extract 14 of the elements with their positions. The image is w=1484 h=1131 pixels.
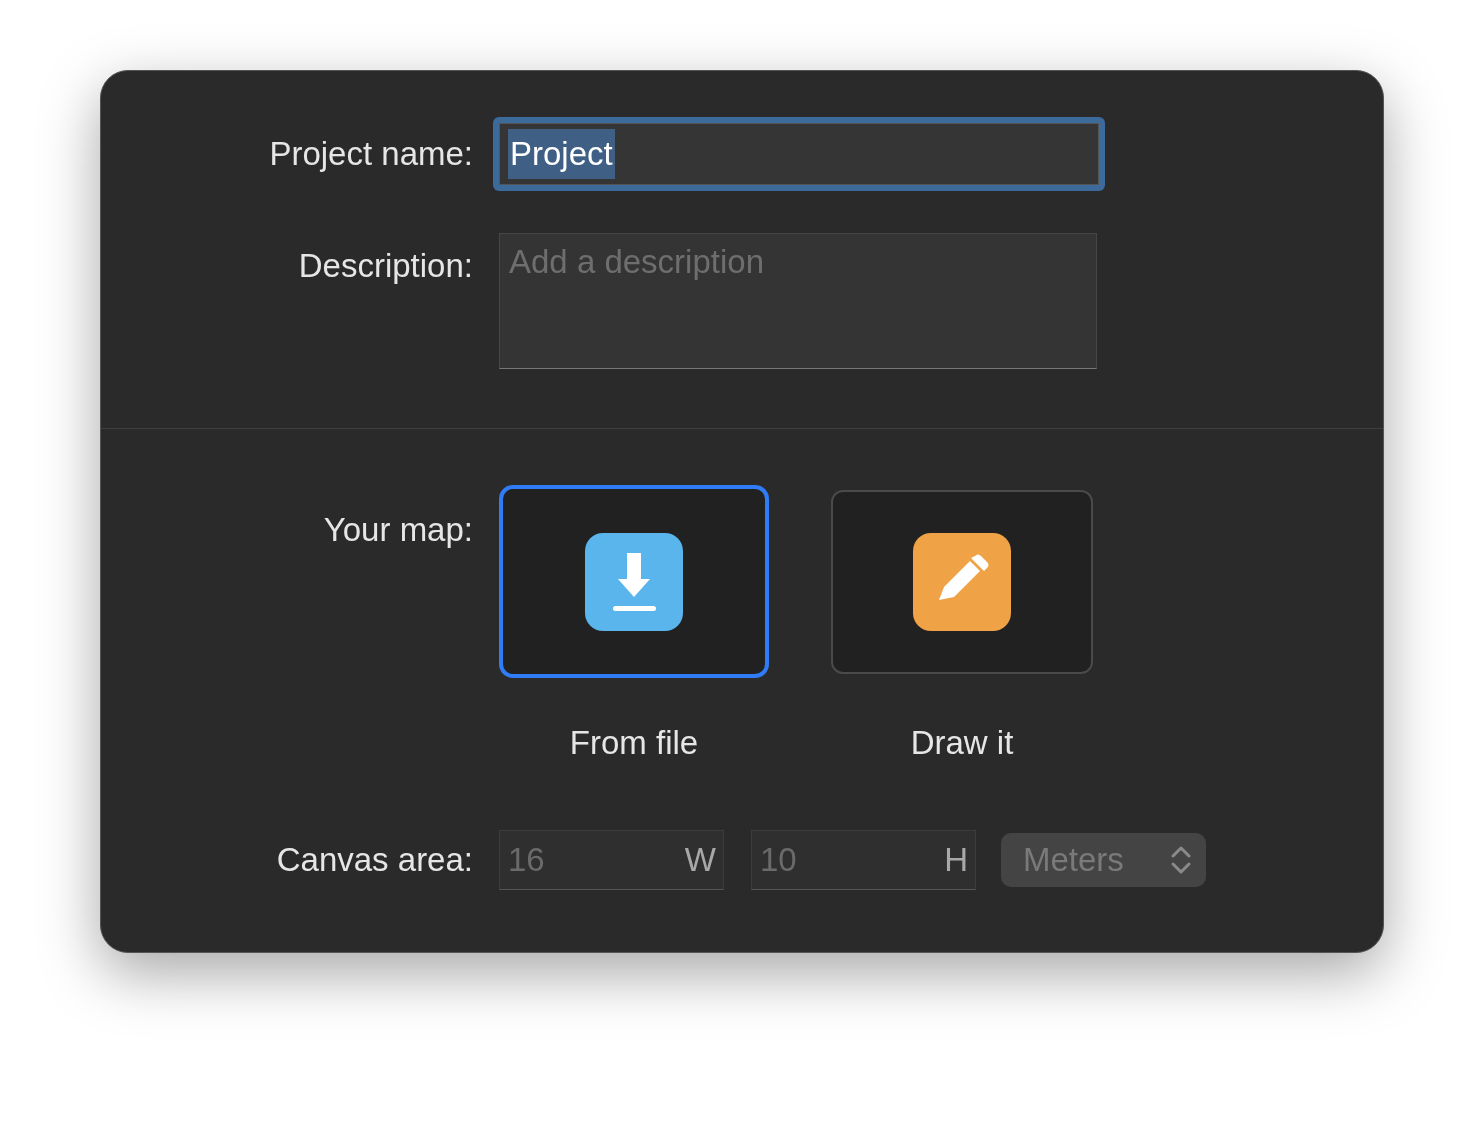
map-option-card[interactable] bbox=[499, 485, 769, 678]
option-caption: From file bbox=[569, 723, 699, 763]
field-label: Canvas area: bbox=[276, 839, 473, 880]
download-icon bbox=[585, 532, 683, 631]
description-field[interactable]: Add a description bbox=[499, 233, 1097, 369]
map-option-card[interactable] bbox=[831, 489, 1093, 674]
field-label: Your map: bbox=[323, 510, 473, 550]
field-label: Description: bbox=[298, 246, 473, 286]
pencil-icon bbox=[913, 532, 1011, 631]
unit-label: H bbox=[944, 839, 968, 880]
field-label: Project name: bbox=[269, 134, 473, 175]
unit-label: W bbox=[684, 839, 716, 880]
option-caption: Draw it bbox=[910, 723, 1014, 763]
project-name-field[interactable]: Project bbox=[493, 117, 1105, 191]
